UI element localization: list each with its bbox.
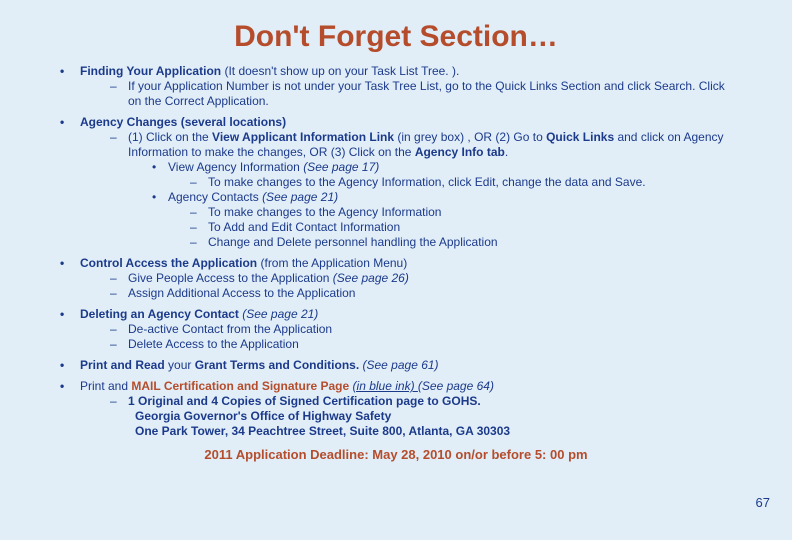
dot-marker: • (152, 160, 168, 190)
lvl4-item: –Change and Delete personnel handling th… (190, 235, 498, 250)
address-line: Georgia Governor's Office of Highway Saf… (135, 409, 732, 424)
bullet-marker: • (60, 115, 80, 250)
bullet-agency-changes: • Agency Changes (several locations) – (… (60, 115, 732, 250)
text-italic: (See page 64) (418, 379, 494, 393)
page-number: 67 (756, 495, 770, 510)
dash-marker: – (110, 322, 128, 337)
subitem-text: If your Application Number is not under … (128, 79, 732, 109)
subitem: –Delete Access to the Application (110, 337, 732, 352)
sub-bold: Quick Links (546, 130, 614, 144)
lvl4-text: Change and Delete personnel handling the… (208, 235, 498, 250)
lvl4-item: –To make changes to the Agency Informati… (190, 205, 498, 220)
dash-marker: – (110, 271, 128, 286)
subitem: –Give People Access to the Application (… (110, 271, 732, 286)
deadline-text: 2011 Application Deadline: May 28, 2010 … (60, 447, 732, 463)
lvl3-item: • Agency Contacts (See page 21) –To make… (152, 190, 732, 250)
lvl3-italic: (See page 17) (303, 160, 379, 174)
dash-marker: – (110, 286, 128, 301)
dash-marker: – (190, 175, 208, 190)
bullet-print-terms: • Print and Read your Grant Terms and Co… (60, 358, 732, 373)
dash-marker: – (190, 235, 208, 250)
subitem: –1 Original and 4 Copies of Signed Certi… (110, 394, 732, 409)
lvl4-text: To make changes to the Agency Informatio… (208, 205, 441, 220)
bullet-finding-application: • Finding Your Application (It doesn't s… (60, 64, 732, 109)
bullet-marker: • (60, 307, 80, 352)
address-line: One Park Tower, 34 Peachtree Street, Sui… (135, 424, 732, 439)
dash-marker: – (190, 205, 208, 220)
lvl3-item: • View Agency Information (See page 17) … (152, 160, 732, 190)
bullet-marker: • (60, 358, 80, 373)
dot-marker: • (152, 190, 168, 250)
bullet-deleting-contact: • Deleting an Agency Contact (See page 2… (60, 307, 732, 352)
bullet-marker: • (60, 379, 80, 439)
text-bold: Print and Read (80, 358, 168, 372)
sub-text: . (505, 145, 508, 159)
sub-bold: View Applicant Information Link (212, 130, 394, 144)
dash-marker: – (110, 337, 128, 352)
bullet-mail-certification: • Print and MAIL Certification and Signa… (60, 379, 732, 439)
text-bold: Grant Terms and Conditions. (195, 358, 363, 372)
text-highlight: MAIL Certification and Signature Page (131, 379, 352, 393)
sub-italic: (See page 26) (333, 271, 409, 285)
bullet-marker: • (60, 64, 80, 109)
sub-text: Assign Additional Access to the Applicat… (128, 286, 355, 301)
dash-marker: – (110, 394, 128, 409)
lvl3-text: View Agency Information (168, 160, 303, 174)
slide-title: Don't Forget Section… (60, 20, 732, 54)
text-blue-ink: (in blue ink) (353, 379, 418, 393)
lvl3-italic: (See page 21) (262, 190, 338, 204)
sub-bold: 1 Original and 4 Copies of Signed Certif… (128, 394, 481, 409)
lvl4-item: –To Add and Edit Contact Information (190, 220, 498, 235)
subitem: –Assign Additional Access to the Applica… (110, 286, 732, 301)
lvl4-text: To Add and Edit Contact Information (208, 220, 400, 235)
sub-text: Delete Access to the Application (128, 337, 299, 352)
bullet-tail-text: (It doesn't show up on your Task List Tr… (224, 64, 459, 78)
bullet-tail: (from the Application Menu) (260, 256, 407, 270)
bullet-control-access: • Control Access the Application (from t… (60, 256, 732, 301)
bullet-head-italic: (See page 21) (242, 307, 318, 321)
text-plain: your (168, 358, 195, 372)
text-plain: Print and (80, 379, 131, 393)
bullet-marker: • (60, 256, 80, 301)
lvl4-text: To make changes to the Agency Informatio… (208, 175, 646, 190)
lvl4-item: – To make changes to the Agency Informat… (190, 175, 646, 190)
dash-marker: – (190, 220, 208, 235)
sub-text: Give People Access to the Application (128, 271, 333, 285)
bullet-head: Finding Your Application (80, 64, 221, 78)
subitem: – If your Application Number is not unde… (110, 79, 732, 109)
dash-marker: – (110, 130, 128, 250)
content: • Finding Your Application (It doesn't s… (60, 64, 732, 463)
slide: Don't Forget Section… • Finding Your App… (0, 0, 792, 540)
sub-bold: Agency Info tab (415, 145, 505, 159)
text-italic: (See page 61) (363, 358, 439, 372)
bullet-head: Control Access the Application (80, 256, 257, 270)
sub-text: (in grey box) , OR (2) Go to (394, 130, 546, 144)
bullet-head: Deleting an Agency Contact (80, 307, 242, 321)
subitem: –De-active Contact from the Application (110, 322, 732, 337)
sub-text: (1) Click on the (128, 130, 212, 144)
lvl3-text: Agency Contacts (168, 190, 262, 204)
bullet-head: Agency Changes (several locations) (80, 115, 286, 129)
sub-text: De-active Contact from the Application (128, 322, 332, 337)
dash-marker: – (110, 79, 128, 109)
subitem: – (1) Click on the View Applicant Inform… (110, 130, 732, 250)
